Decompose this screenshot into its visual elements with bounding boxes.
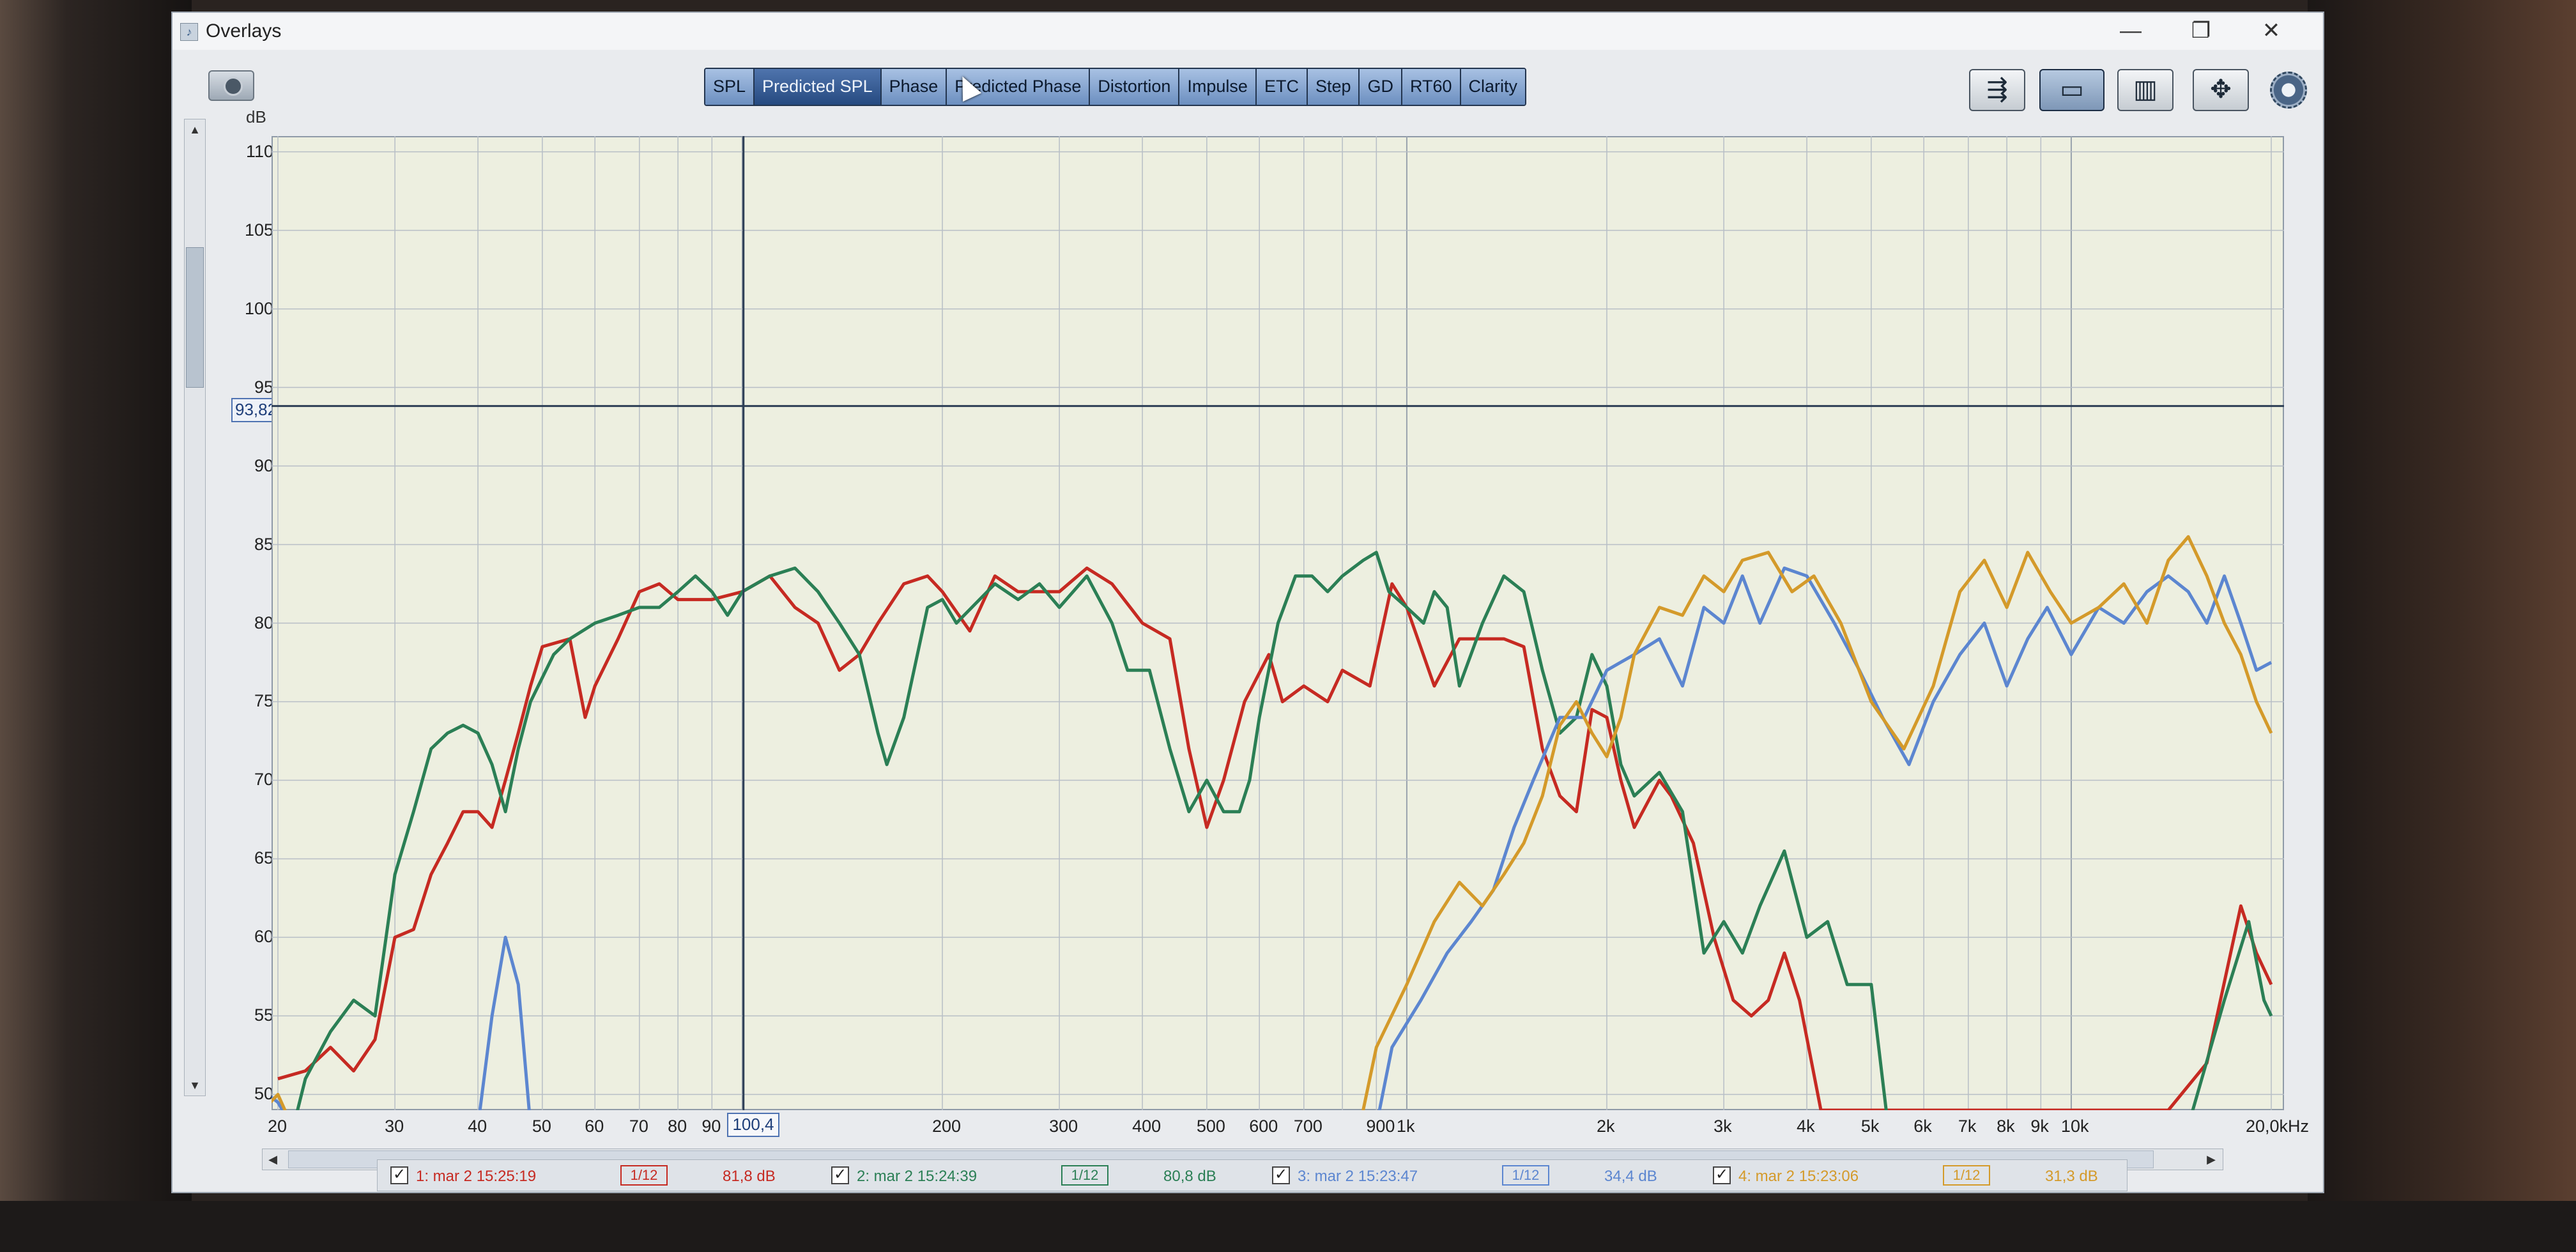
close-button[interactable]: ✕ (2236, 13, 2306, 50)
y-tick-label: 105 (244, 220, 273, 240)
x-tick-label: 300 (1049, 1117, 1078, 1136)
y-tick-label: 80 (254, 613, 273, 632)
tab-rt60[interactable]: RT60 (1402, 69, 1461, 105)
x-tick-label: 2k (1597, 1117, 1615, 1136)
title-bar: ♪ Overlays — ❐ ✕ (172, 13, 2323, 50)
app-icon: ♪ (180, 23, 198, 41)
y-tick-label: 85 (254, 534, 273, 554)
x-cursor-readout: 100,4 (727, 1113, 779, 1137)
screen-bezel-right (2308, 0, 2576, 1252)
frequency-response-plot[interactable] (272, 136, 2284, 1110)
y-tick-label: 110 (245, 141, 273, 161)
y-tick-label: 95 (254, 377, 273, 397)
x-tick-label: 10k (2060, 1117, 2089, 1136)
measurement-2-value: 80,8 dB (1163, 1168, 1216, 1185)
measurement-2-smoothing[interactable]: 1/12 (1061, 1165, 1108, 1186)
measurement-3-smoothing[interactable]: 1/12 (1502, 1165, 1549, 1186)
toolbar: SPL Predicted SPL Phase Predicted Phase … (172, 50, 2323, 111)
x-tick-label: 700 (1293, 1117, 1322, 1136)
x-tick-label: 60 (585, 1117, 604, 1136)
x-tick-label: 7k (1958, 1117, 1977, 1136)
screen-bezel-left (0, 0, 192, 1252)
y-tick-label: 55 (254, 1005, 273, 1025)
x-tick-label: 9k (2030, 1117, 2049, 1136)
y-tick-label: 75 (254, 691, 273, 711)
x-tick-label: 400 (1132, 1117, 1162, 1136)
tab-gd[interactable]: GD (1360, 69, 1402, 105)
measurement-1-name: 1: mar 2 15:25:19 (416, 1168, 537, 1185)
tab-predicted-spl[interactable]: Predicted SPL (755, 69, 882, 105)
x-tick-label: 1k (1396, 1117, 1415, 1136)
x-tick-label: 20 (268, 1117, 288, 1136)
scroll-down-arrow-icon[interactable]: ▼ (185, 1075, 205, 1096)
measurement-4-checkbox[interactable]: ✓ (1713, 1166, 1731, 1184)
x-tick-label: 5k (1860, 1117, 1880, 1136)
y-axis-unit: dB (246, 107, 266, 126)
tab-distortion[interactable]: Distortion (1090, 69, 1180, 105)
x-tick-label: 80 (668, 1117, 687, 1136)
measurement-4-value: 31,3 dB (2045, 1168, 2098, 1185)
screen-bezel-bottom (0, 1201, 2576, 1252)
minimize-button[interactable]: — (2096, 13, 2166, 50)
measurement-2-checkbox[interactable]: ✓ (831, 1166, 849, 1184)
x-tick-label: 8k (1997, 1117, 2015, 1136)
x-tick-label: 600 (1249, 1117, 1278, 1136)
y-tick-label: 60 (254, 927, 273, 947)
x-tick-label: 40 (468, 1117, 487, 1136)
y-tick-label: 100 (244, 298, 273, 318)
y-tick-label: 90 (254, 455, 273, 475)
legend-bar: ✓ 1: mar 2 15:25:19 1/12 81,8 dB ✓ 2: ma… (377, 1159, 2128, 1191)
tab-spl[interactable]: SPL (705, 69, 755, 105)
measurement-2-name: 2: mar 2 15:24:39 (857, 1168, 977, 1185)
vertical-scrollbar[interactable]: ▲ ▼ (184, 119, 206, 1096)
x-tick-label: 20,0kHz (2246, 1117, 2310, 1136)
tab-phase[interactable]: Phase (881, 69, 947, 105)
series-line-1 (277, 566, 2273, 1110)
overlays-window: ♪ Overlays — ❐ ✕ SPL Predicted SPL Phase… (171, 11, 2324, 1193)
x-tick-label: 3k (1713, 1117, 1732, 1136)
graph-area: dB ▲ ▼ 110 105 100 95 90 85 80 75 70 65 60 55 50 93,… (172, 101, 2323, 1170)
camera-icon[interactable] (208, 70, 254, 101)
measurement-1-value: 81,8 dB (723, 1168, 776, 1185)
x-tick-label: 500 (1196, 1117, 1225, 1136)
x-tick-label: 30 (385, 1117, 404, 1136)
x-tick-label: 6k (1913, 1117, 1932, 1136)
restore-button[interactable]: ❐ (2166, 13, 2236, 50)
tab-etc[interactable]: ETC (1256, 69, 1308, 105)
measurement-4-name: 4: mar 2 15:23:06 (1738, 1168, 1859, 1185)
measurement-4-smoothing[interactable]: 1/12 (1943, 1165, 1990, 1186)
tab-impulse[interactable]: Impulse (1179, 69, 1257, 105)
x-tick-label: 900 (1366, 1117, 1395, 1136)
y-tick-label: 70 (254, 770, 273, 790)
x-tick-label: 50 (532, 1117, 551, 1136)
measurement-3-checkbox[interactable]: ✓ (1272, 1166, 1290, 1184)
measurement-1-checkbox[interactable]: ✓ (390, 1166, 408, 1184)
scroll-left-arrow-icon[interactable]: ◀ (263, 1149, 283, 1170)
x-tick-label: 90 (702, 1117, 721, 1136)
y-tick-label: 50 (254, 1084, 273, 1104)
measurement-3-name: 3: mar 2 15:23:47 (1298, 1168, 1418, 1185)
x-tick-label: 200 (932, 1117, 962, 1136)
measurement-1-smoothing[interactable]: 1/12 (620, 1165, 668, 1186)
x-tick-label: 70 (629, 1117, 648, 1136)
tab-step[interactable]: Step (1307, 69, 1360, 105)
measurement-3-value: 34,4 dB (1604, 1168, 1657, 1185)
tab-clarity[interactable]: Clarity (1460, 69, 1526, 105)
window-title: Overlays (206, 20, 282, 42)
scroll-up-arrow-icon[interactable]: ▲ (185, 119, 205, 140)
graph-tabs: SPL Predicted SPL Phase Predicted Phase … (704, 68, 1527, 106)
y-tick-label: 65 (254, 848, 273, 868)
vertical-scroll-thumb[interactable] (186, 247, 204, 388)
x-tick-label: 4k (1797, 1117, 1815, 1136)
scroll-right-arrow-icon[interactable]: ▶ (2201, 1149, 2221, 1170)
